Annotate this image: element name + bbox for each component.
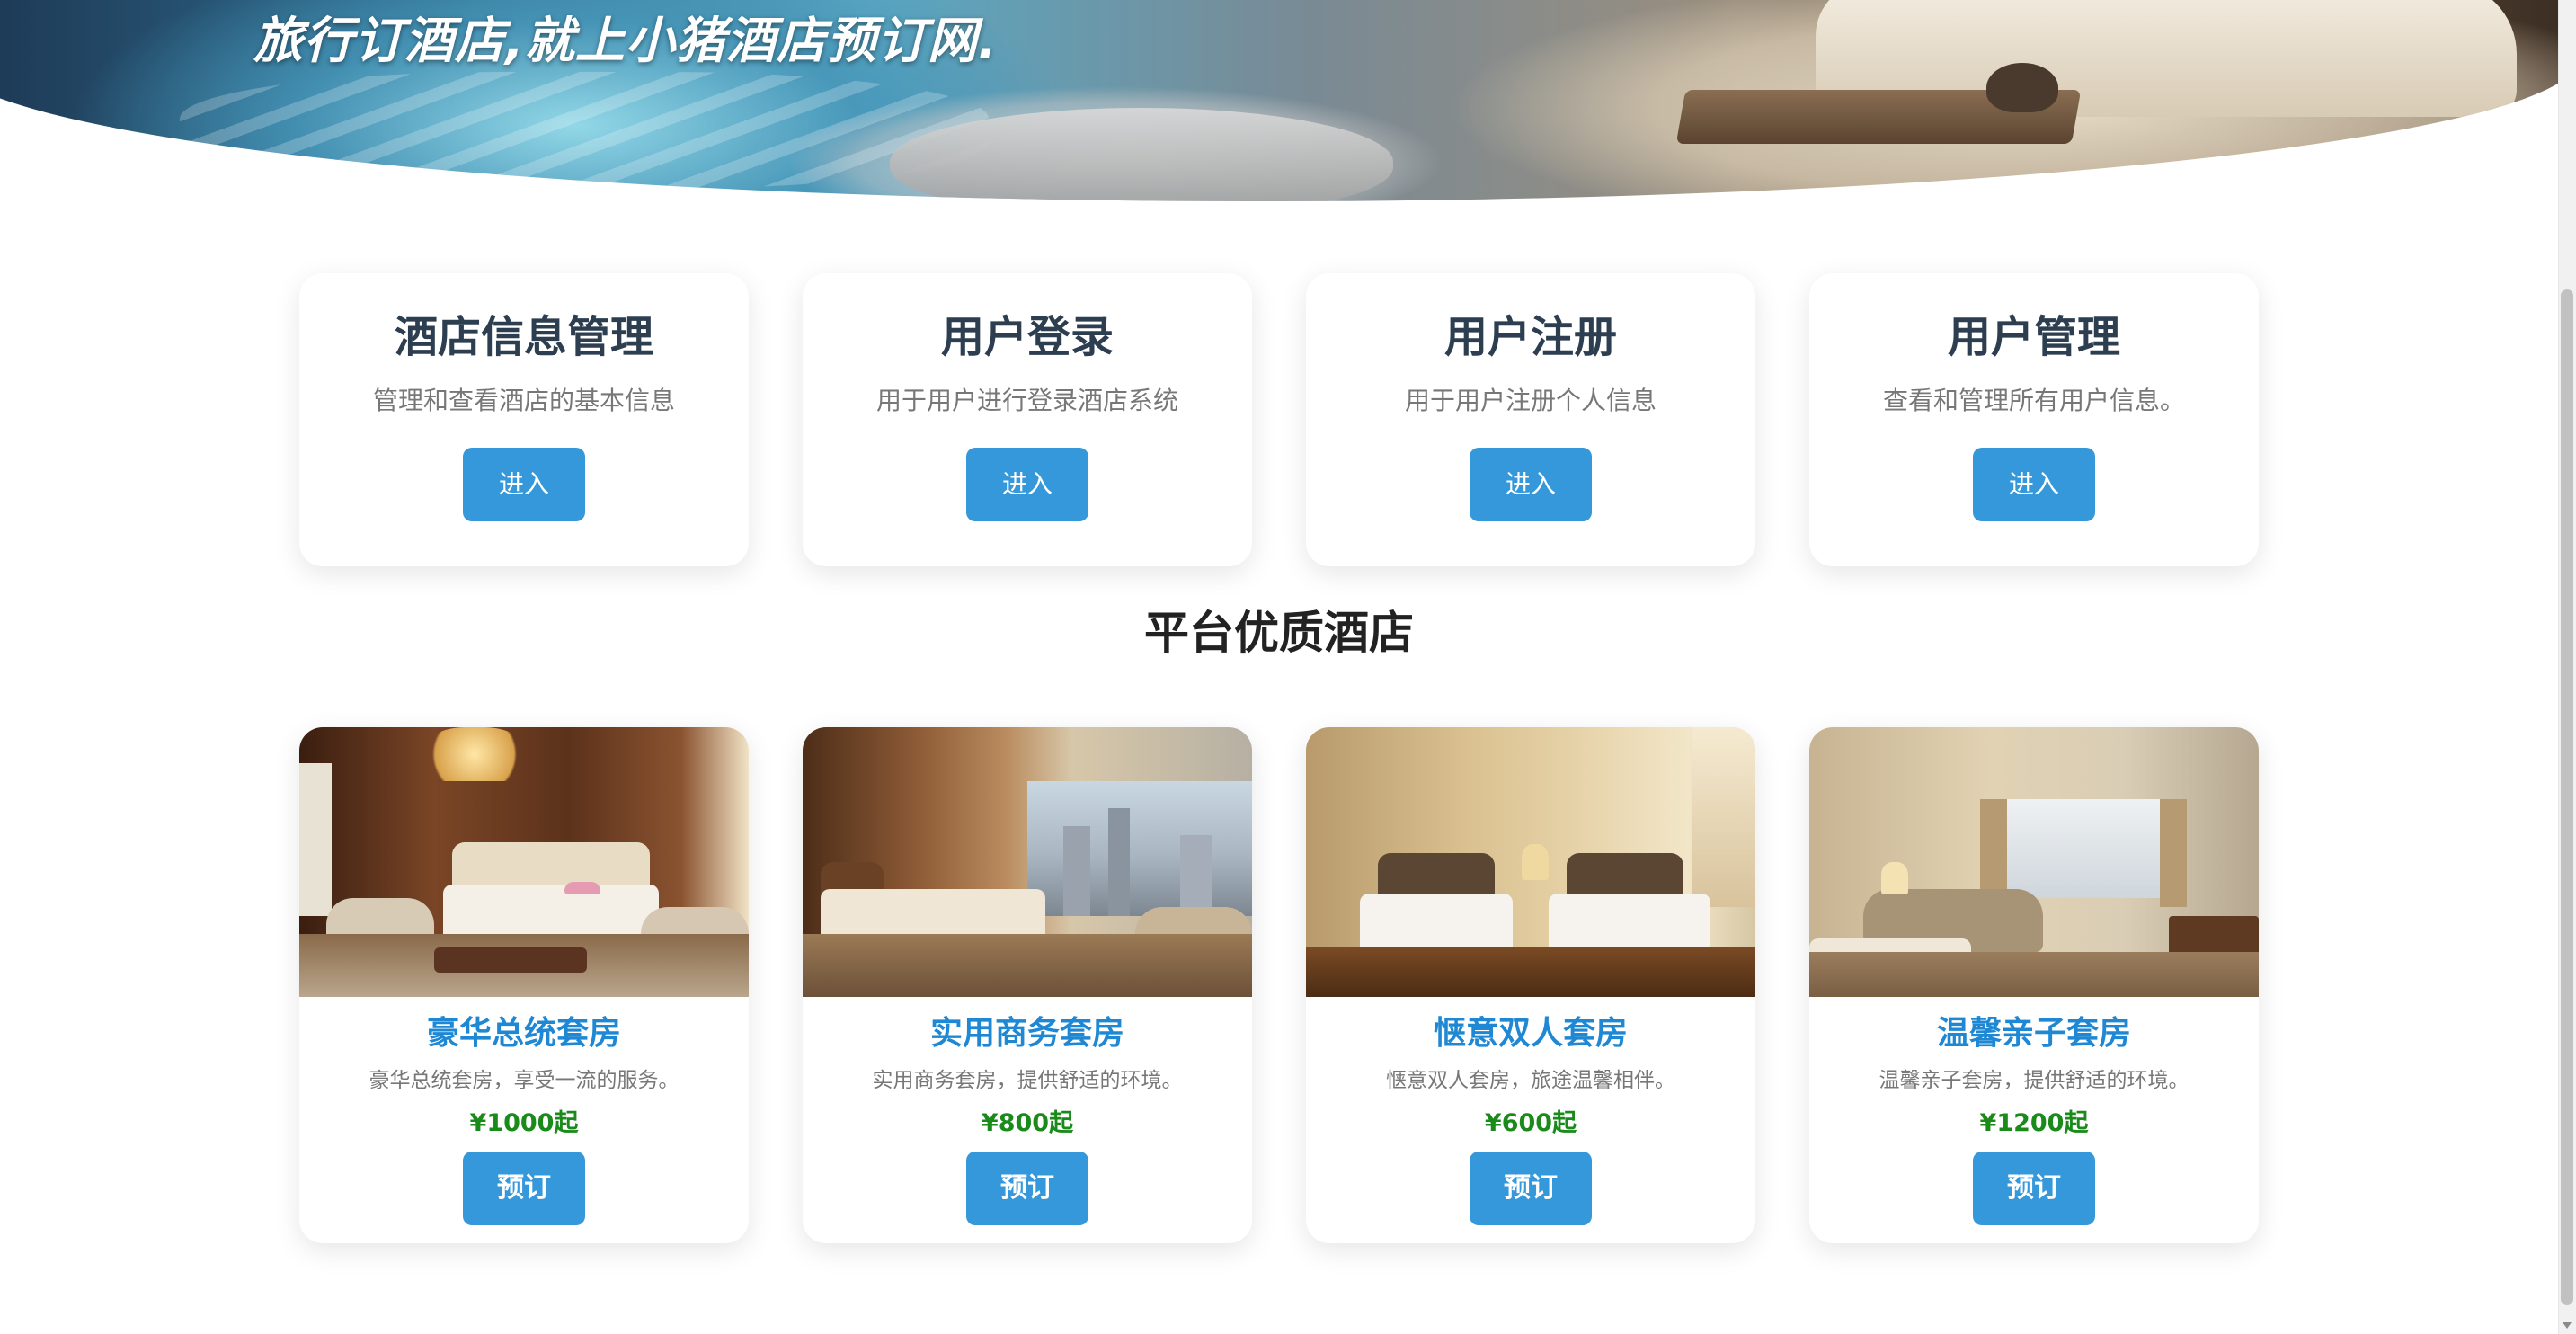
page: 旅行订酒店,就上小猪酒店预订网. 酒店信息管理 管理和查看酒店的基本信息 进入 …	[0, 0, 2576, 1334]
feature-card-hotel-info: 酒店信息管理 管理和查看酒店的基本信息 进入	[299, 273, 749, 566]
hotel-cards: 豪华总统套房 豪华总统套房，享受一流的服务。 ¥1000起 预订 实用商务套房 …	[299, 727, 2259, 1243]
page-scrollbar[interactable]	[2558, 0, 2576, 1334]
feature-desc: 用于用户注册个人信息	[1404, 386, 1657, 415]
hotel-desc: 温馨亲子套房，提供舒适的环境。	[1879, 1069, 2190, 1092]
feature-desc: 用于用户进行登录酒店系统	[875, 386, 1178, 415]
hotel-photo	[299, 727, 749, 997]
feature-desc: 管理和查看酒店的基本信息	[372, 386, 675, 415]
feature-title: 用户注册	[1443, 312, 1617, 362]
hotel-photo	[803, 727, 1252, 997]
teapot-image	[1986, 63, 2058, 112]
hotel-card-presidential: 豪华总统套房 豪华总统套房，享受一流的服务。 ¥1000起 预订	[299, 727, 749, 1243]
enter-user-register-button[interactable]: 进入	[1470, 448, 1592, 521]
scroll-down-arrow-icon[interactable]	[2563, 1322, 2572, 1329]
feature-title: 酒店信息管理	[394, 312, 653, 362]
feature-card-user-register: 用户注册 用于用户注册个人信息 进入	[1306, 273, 1755, 566]
book-double-button[interactable]: 预订	[1470, 1152, 1592, 1225]
hotel-desc: 豪华总统套房，享受一流的服务。	[369, 1069, 680, 1092]
enter-hotel-info-button[interactable]: 进入	[463, 448, 585, 521]
hotel-price: ¥1000起	[469, 1109, 579, 1137]
hotel-photo	[1306, 727, 1755, 997]
hotel-photo	[1809, 727, 2259, 997]
enter-user-login-button[interactable]: 进入	[966, 448, 1088, 521]
enter-user-management-button[interactable]: 进入	[1973, 448, 2095, 521]
hotel-name: 惬意双人套房	[1433, 1015, 1628, 1052]
hotel-desc: 惬意双人套房，旅途温馨相伴。	[1386, 1069, 1675, 1092]
book-business-button[interactable]: 预订	[966, 1152, 1088, 1225]
feature-card-user-management: 用户管理 查看和管理所有用户信息。 进入	[1809, 273, 2259, 566]
hotel-name: 实用商务套房	[929, 1015, 1124, 1052]
feature-cards: 酒店信息管理 管理和查看酒店的基本信息 进入 用户登录 用于用户进行登录酒店系统…	[299, 273, 2259, 566]
book-family-button[interactable]: 预订	[1973, 1152, 2095, 1225]
feature-card-user-login: 用户登录 用于用户进行登录酒店系统 进入	[803, 273, 1252, 566]
feature-desc: 查看和管理所有用户信息。	[1882, 386, 2185, 415]
hotel-name: 温馨亲子套房	[1936, 1015, 2131, 1052]
scrollbar-thumb[interactable]	[2561, 289, 2573, 1305]
hotel-card-business: 实用商务套房 实用商务套房，提供舒适的环境。 ¥800起 预订	[803, 727, 1252, 1243]
book-presidential-button[interactable]: 预订	[463, 1152, 585, 1225]
hotel-card-double: 惬意双人套房 惬意双人套房，旅途温馨相伴。 ¥600起 预订	[1306, 727, 1755, 1243]
hotels-section-title: 平台优质酒店	[1144, 607, 1414, 659]
hotel-price: ¥1200起	[1979, 1109, 2089, 1137]
feature-title: 用户登录	[940, 312, 1114, 362]
hero-slogan: 旅行订酒店,就上小猪酒店预订网.	[253, 12, 998, 69]
hotel-name: 豪华总统套房	[426, 1015, 621, 1052]
hotel-desc: 实用商务套房，提供舒适的环境。	[872, 1069, 1183, 1092]
hotel-card-family: 温馨亲子套房 温馨亲子套房，提供舒适的环境。 ¥1200起 预订	[1809, 727, 2259, 1243]
pool-water-image	[180, 72, 989, 189]
feature-title: 用户管理	[1947, 312, 2120, 362]
hotel-price: ¥800起	[981, 1109, 1074, 1137]
hotel-price: ¥600起	[1484, 1109, 1577, 1137]
